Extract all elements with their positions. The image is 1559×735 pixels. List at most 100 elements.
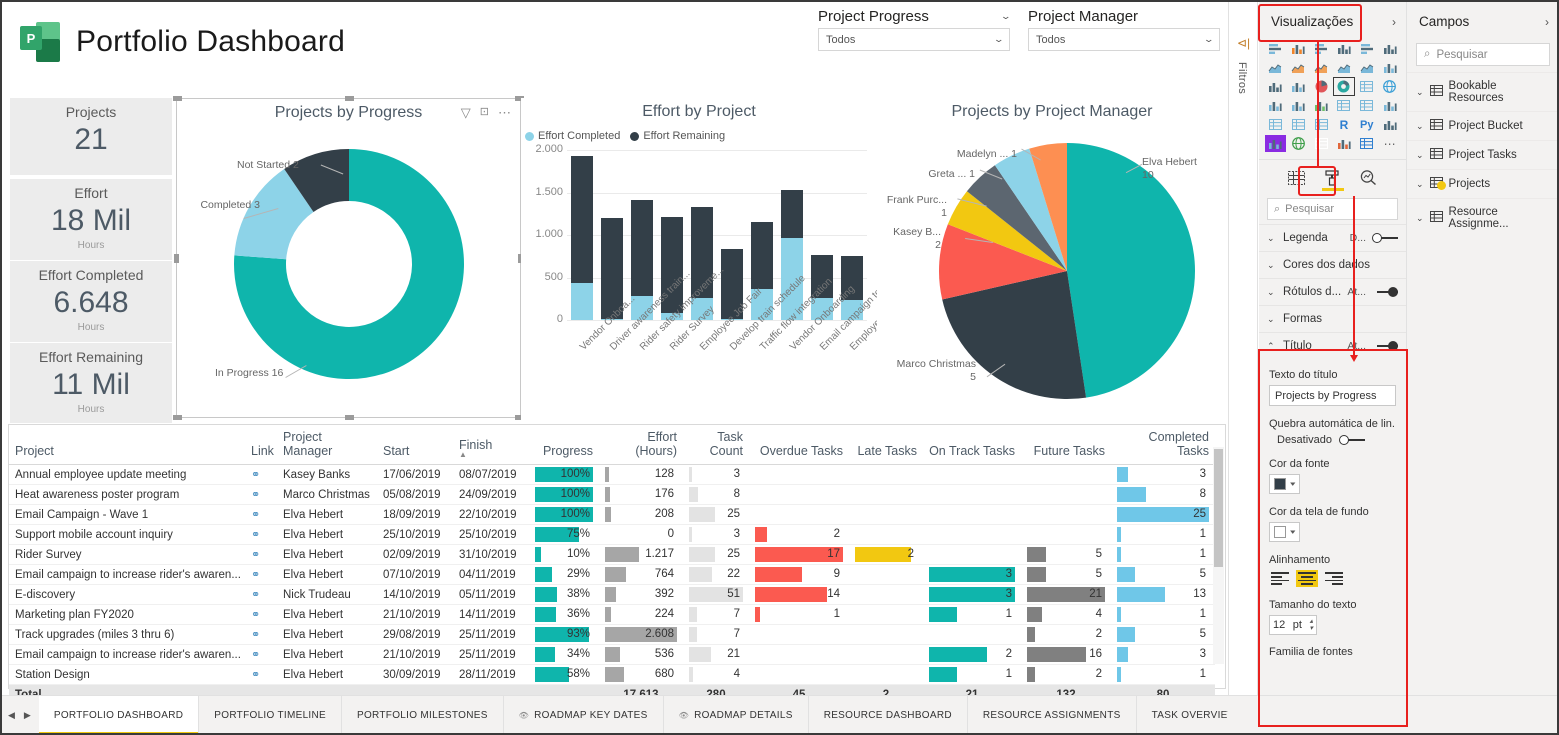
resize-handle[interactable] bbox=[345, 415, 354, 420]
line-clustered-column-icon[interactable] bbox=[1356, 59, 1377, 76]
100-stacked-column-chart-icon[interactable] bbox=[1379, 40, 1400, 57]
table-row[interactable]: Marketing plan FY2020⚭Elva Hebert21/10/2… bbox=[9, 605, 1215, 625]
slicer-project-progress[interactable]: Project Progress ⌄ Todos ⌄ bbox=[818, 8, 1010, 51]
visualizations-pane[interactable]: Visualizações › RPy⋯ ⌕ Pesquisar ⌄Legend… bbox=[1259, 0, 1407, 695]
table-header-late-tasks[interactable]: Late Tasks bbox=[849, 425, 923, 465]
field-table-resource-assignme[interactable]: ⌄Resource Assignme... bbox=[1407, 198, 1559, 237]
multi-row-card-icon[interactable] bbox=[1356, 97, 1377, 114]
key-influencers-icon[interactable] bbox=[1379, 116, 1400, 133]
chevron-left-icon[interactable]: ◀ bbox=[8, 710, 15, 721]
more-options-icon[interactable]: ⋯ bbox=[498, 106, 511, 119]
table-body[interactable]: Annual employee update meeting⚭Kasey Ban… bbox=[9, 465, 1215, 685]
table-header-overdue-tasks[interactable]: Overdue Tasks bbox=[749, 425, 849, 465]
slicer-project-manager[interactable]: Project Manager Todos ⌄ bbox=[1028, 8, 1220, 51]
funnel-icon[interactable] bbox=[1288, 97, 1309, 114]
bar-segment[interactable] bbox=[781, 190, 804, 238]
resize-handle[interactable] bbox=[345, 96, 354, 101]
stacked-column-chart-icon[interactable] bbox=[1288, 40, 1309, 57]
field-table-bookable-resources[interactable]: ⌄Bookable Resources bbox=[1407, 72, 1559, 111]
filters-pane-collapsed[interactable]: ⊲| Filtros bbox=[1228, 0, 1258, 695]
table-header-on-track-tasks[interactable]: On Track Tasks bbox=[923, 425, 1021, 465]
python-script-icon[interactable]: Py bbox=[1356, 116, 1377, 133]
chevron-down-icon[interactable]: ⌄ bbox=[1267, 314, 1277, 325]
text-size-stepper[interactable]: 12 pt ▴ ▾ bbox=[1269, 615, 1317, 635]
chevron-right-icon[interactable]: ▶ bbox=[24, 710, 31, 721]
chevron-down-icon[interactable]: ▾ bbox=[1290, 480, 1295, 488]
table-header-project[interactable]: Project bbox=[9, 425, 245, 465]
clustered-column-chart-icon[interactable] bbox=[1334, 40, 1355, 57]
page-tab-roadmap-details[interactable]: 👁ROADMAP DETAILS bbox=[664, 696, 809, 735]
paginated-report-icon[interactable] bbox=[1311, 135, 1332, 152]
analytics-magnifier-icon[interactable] bbox=[1356, 166, 1382, 189]
chevron-down-icon[interactable]: ⌄ bbox=[994, 34, 1005, 45]
slicer-icon[interactable] bbox=[1265, 116, 1286, 133]
visual-header-icons[interactable]: ▽ ⊡ ⋯ bbox=[461, 106, 511, 119]
chevron-down-icon[interactable]: ▾ bbox=[1290, 528, 1295, 536]
chevron-down-icon[interactable]: ⌄ bbox=[1416, 121, 1424, 132]
section-toggle[interactable] bbox=[1372, 341, 1398, 352]
r-script-icon[interactable]: R bbox=[1334, 116, 1355, 133]
table-header-task-count[interactable]: Task Count bbox=[683, 425, 749, 465]
treemap-icon[interactable] bbox=[1356, 78, 1377, 95]
kpi-card-effort-remaining[interactable]: Effort Remaining 11 Mil Hours bbox=[10, 343, 172, 423]
section-toggle[interactable] bbox=[1372, 233, 1398, 244]
fields-list[interactable]: ⌄Bookable Resources⌄Project Bucket ⌄Proje… bbox=[1407, 72, 1559, 237]
clustered-bar-chart-icon[interactable] bbox=[1311, 40, 1332, 57]
align-left-icon[interactable] bbox=[1269, 570, 1291, 587]
field-table-projects[interactable]: ⌄Projects bbox=[1407, 169, 1559, 198]
table-header-progress[interactable]: Progress bbox=[529, 425, 599, 465]
format-section-cores-dos-dados[interactable]: ⌄Cores dos dados bbox=[1259, 251, 1406, 278]
table-row[interactable]: Email Campaign - Wave 1⚭Elva Hebert18/09… bbox=[9, 505, 1215, 525]
background-color-picker[interactable]: ▾ bbox=[1269, 522, 1300, 542]
chevron-down-icon[interactable]: ⌄ bbox=[1416, 179, 1424, 190]
area-chart-icon[interactable] bbox=[1288, 59, 1309, 76]
link-icon[interactable]: ⚭ bbox=[245, 585, 277, 605]
table-row[interactable]: E-discovery⚭Nick Trudeau14/10/201905/11/… bbox=[9, 585, 1215, 605]
format-section-legenda[interactable]: ⌄LegendaD... bbox=[1259, 224, 1406, 251]
chevron-down-icon[interactable]: ⌄ bbox=[1001, 11, 1012, 22]
chevron-up-icon[interactable]: ⌃ bbox=[1267, 341, 1277, 352]
filled-map-icon[interactable] bbox=[1265, 97, 1286, 114]
table-header-row[interactable]: ProjectLinkProject ManagerStartFinish▲Pr… bbox=[9, 425, 1215, 465]
chevron-down-icon[interactable]: ⌄ bbox=[1204, 34, 1215, 45]
table-icon[interactable] bbox=[1288, 116, 1309, 133]
waterfall-chart-icon[interactable] bbox=[1265, 78, 1286, 95]
stacked-bar-chart-icon[interactable] bbox=[1265, 40, 1286, 57]
chevron-down-icon[interactable]: ⌄ bbox=[1267, 260, 1277, 271]
table-row[interactable]: Email campaign to increase rider's aware… bbox=[9, 645, 1215, 665]
kpi-icon[interactable] bbox=[1379, 97, 1400, 114]
100-stacked-bar-chart-icon[interactable] bbox=[1356, 40, 1377, 57]
filter-pane-icon[interactable]: ⊲| bbox=[1237, 36, 1250, 50]
format-section-t-tulo[interactable]: ⌃TítuloAt... bbox=[1259, 332, 1406, 359]
table-header-link[interactable]: Link bbox=[245, 425, 277, 465]
table-row[interactable]: Email campaign to increase rider's aware… bbox=[9, 565, 1215, 585]
format-search-input[interactable]: ⌕ Pesquisar bbox=[1267, 198, 1398, 220]
table-row[interactable]: Annual employee update meeting⚭Kasey Ban… bbox=[9, 465, 1215, 485]
donut-chart-icon[interactable] bbox=[1334, 78, 1355, 95]
chevron-down-icon[interactable]: ⌄ bbox=[1416, 213, 1424, 224]
table-header-future-tasks[interactable]: Future Tasks bbox=[1021, 425, 1111, 465]
fields-search-input[interactable]: ⌕ Pesquisar bbox=[1416, 43, 1550, 66]
field-table-project-bucket[interactable]: ⌄Project Bucket bbox=[1407, 111, 1559, 140]
fields-pane[interactable]: Campos › ⌕ Pesquisar ⌄Bookable Resources… bbox=[1407, 0, 1559, 695]
word-wrap-toggle[interactable] bbox=[1339, 435, 1365, 446]
link-icon[interactable]: ⚭ bbox=[245, 485, 277, 505]
line-stacked-column-icon[interactable] bbox=[1334, 59, 1355, 76]
arcgis-map-icon[interactable] bbox=[1288, 135, 1309, 152]
qna-icon[interactable] bbox=[1265, 135, 1286, 152]
table-row[interactable]: Heat awareness poster program⚭Marco Chri… bbox=[9, 485, 1215, 505]
table-row[interactable]: Station Design⚭Elva Hebert30/09/201928/1… bbox=[9, 665, 1215, 685]
bar-segment[interactable] bbox=[751, 222, 774, 289]
link-icon[interactable]: ⚭ bbox=[245, 525, 277, 545]
stepper-down-icon[interactable]: ▾ bbox=[1309, 625, 1313, 632]
font-color-picker[interactable]: ▾ bbox=[1269, 474, 1300, 494]
chevron-down-icon[interactable]: ⌄ bbox=[1267, 287, 1277, 298]
gauge-icon[interactable] bbox=[1311, 97, 1332, 114]
pie-chart-icon[interactable] bbox=[1311, 78, 1332, 95]
page-tab-resource-dashboard[interactable]: RESOURCE DASHBOARD bbox=[809, 696, 968, 735]
slicer-dropdown[interactable]: Todos ⌄ bbox=[818, 28, 1010, 51]
page-tabs[interactable]: PORTFOLIO DASHBOARDPORTFOLIO TIMELINEPOR… bbox=[39, 696, 1378, 735]
kpi-card-effort[interactable]: Effort 18 Mil Hours bbox=[10, 179, 172, 260]
map-icon[interactable] bbox=[1379, 78, 1400, 95]
projects-table[interactable]: ProjectLinkProject ManagerStartFinish▲Pr… bbox=[8, 424, 1226, 689]
